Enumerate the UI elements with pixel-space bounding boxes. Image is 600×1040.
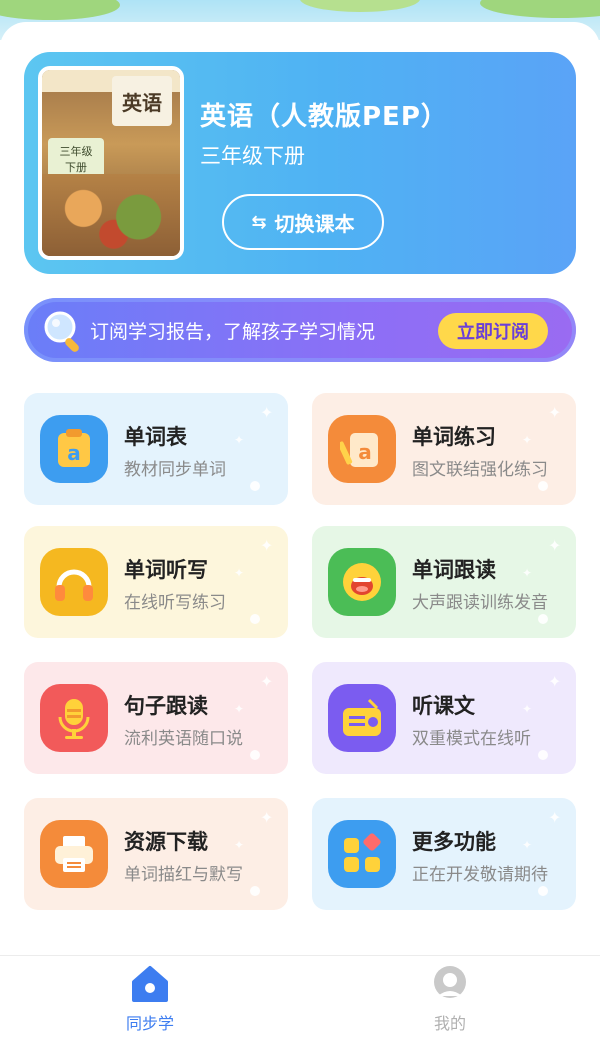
svg-text:a: a: [67, 441, 81, 465]
switch-textbook-label: 切换课本: [274, 211, 355, 236]
feature-word-practice[interactable]: ✦ ✦ a 单词练习 图文联结强化练习: [312, 393, 576, 505]
headphones-icon: [40, 548, 108, 616]
subscribe-text: 订阅学习报告，了解孩子学习情况: [90, 321, 376, 343]
subscribe-button[interactable]: 立即订阅: [438, 313, 548, 349]
microphone-icon: [40, 684, 108, 752]
feature-dictation[interactable]: ✦ ✦ 单词听写 在线听写练习: [24, 526, 288, 638]
feature-subtitle: 单词描红与默写: [124, 865, 243, 885]
feature-subtitle: 双重模式在线听: [412, 729, 531, 749]
feature-title: 单词听写: [124, 558, 208, 582]
feature-subtitle: 大声跟读训练发音: [412, 593, 548, 613]
svg-text:a: a: [358, 440, 372, 464]
nav-label: 我的: [433, 1014, 466, 1033]
cover-title: 英语: [112, 76, 172, 126]
textbook-card[interactable]: 英语 三年级 下册 英语（人教版PEP） 三年级下册 ⇆ 切换课本: [24, 52, 576, 274]
magnifier-icon: [44, 311, 79, 352]
feature-subtitle: 教材同步单词: [124, 460, 226, 480]
feature-more-functions[interactable]: ✦ ✦ 更多功能 正在开发敬请期待: [312, 798, 576, 910]
feature-subtitle: 图文联结强化练习: [412, 460, 548, 480]
grid-apps-icon: [328, 820, 396, 888]
feature-title: 句子跟读: [124, 694, 208, 718]
feature-sentence-read-along[interactable]: ✦ ✦ 句子跟读 流利英语随口说: [24, 662, 288, 774]
feature-title: 单词表: [124, 425, 187, 449]
feature-title: 更多功能: [412, 830, 496, 854]
feature-word-read-along[interactable]: ✦ ✦ 单词跟读 大声跟读训练发音: [312, 526, 576, 638]
feature-title: 资源下载: [124, 830, 208, 854]
feature-title: 单词练习: [412, 425, 496, 449]
textbook-grade: 三年级下册: [200, 144, 305, 168]
nav-label: 同步学: [125, 1014, 174, 1033]
feature-subtitle: 在线听写练习: [124, 593, 226, 613]
feature-title: 单词跟读: [412, 558, 496, 582]
nav-tab-mine[interactable]: 我的: [390, 964, 510, 1036]
switch-textbook-button[interactable]: ⇆ 切换课本: [222, 194, 384, 250]
swap-icon: ⇆: [251, 211, 267, 233]
feature-title: 听课文: [412, 694, 475, 718]
radio-icon: [328, 684, 396, 752]
bottom-navigation: 同步学 我的: [0, 955, 600, 1040]
feature-subtitle: 流利英语随口说: [124, 729, 243, 749]
home-icon: [132, 966, 168, 1002]
textbook-cover-image: 英语 三年级 下册: [38, 66, 184, 260]
word-practice-icon: a: [328, 415, 396, 483]
speaking-face-icon: [328, 548, 396, 616]
feature-subtitle: 正在开发敬请期待: [412, 865, 548, 885]
subscribe-banner[interactable]: 订阅学习报告，了解孩子学习情况 立即订阅: [24, 298, 576, 362]
feature-listen-text[interactable]: ✦ ✦ 听课文 双重模式在线听: [312, 662, 576, 774]
feature-vocabulary-list[interactable]: ✦ ✦ a 单词表 教材同步单词: [24, 393, 288, 505]
profile-icon: [434, 966, 466, 998]
vocabulary-book-icon: a: [40, 415, 108, 483]
printer-icon: [40, 820, 108, 888]
feature-resource-download[interactable]: ✦ ✦ 资源下载 单词描红与默写: [24, 798, 288, 910]
textbook-title: 英语（人教版PEP）: [200, 102, 448, 132]
nav-tab-sync-study[interactable]: 同步学: [90, 964, 210, 1036]
